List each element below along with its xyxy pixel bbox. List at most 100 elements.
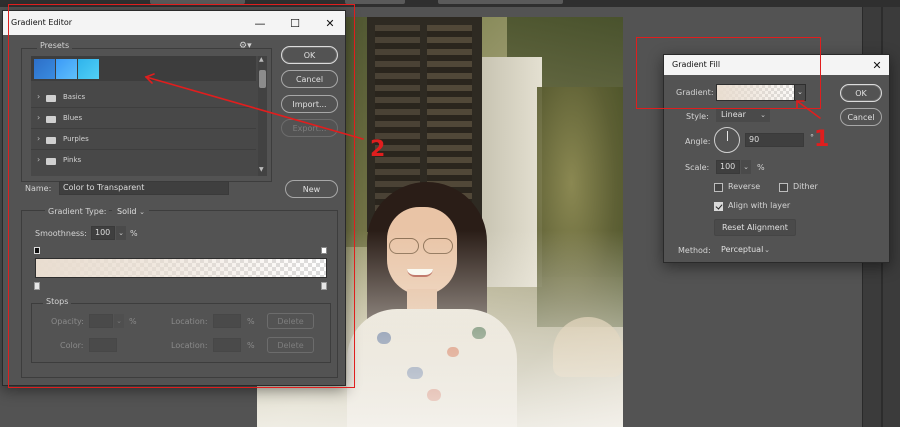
opacity-location-input[interactable] bbox=[213, 314, 241, 328]
smoothness-unit: % bbox=[130, 229, 138, 238]
opacity-location-pct: % bbox=[247, 317, 255, 326]
cancel-button[interactable]: Cancel bbox=[281, 70, 338, 88]
presets-scrollbar[interactable]: ▲ ▼ bbox=[258, 56, 267, 176]
dither-label: Dither bbox=[793, 182, 818, 191]
color-swatch-field[interactable] bbox=[89, 338, 117, 352]
close-icon[interactable]: ✕ bbox=[864, 55, 890, 75]
presets-label: Presets bbox=[37, 41, 73, 50]
ok-button[interactable]: OK bbox=[281, 46, 338, 64]
angle-dial-needle bbox=[727, 131, 728, 141]
gradient-preview-bar[interactable] bbox=[35, 258, 327, 278]
gradient-type-label: Gradient Type: bbox=[45, 207, 110, 216]
stops-group bbox=[31, 303, 331, 363]
color-label: Color: bbox=[60, 341, 84, 350]
close-icon[interactable]: ✕ bbox=[313, 11, 347, 35]
method-select[interactable]: Perceptual ⌄ bbox=[716, 243, 774, 257]
export-button[interactable]: Export... bbox=[281, 119, 338, 137]
style-label: Style: bbox=[686, 112, 709, 121]
gradient-editor-dialog: Gradient Editor — ☐ ✕ Presets ⚙▾ › Basic… bbox=[2, 10, 346, 386]
name-label: Name: bbox=[25, 184, 52, 193]
chevron-right-icon[interactable]: › bbox=[37, 113, 40, 122]
preset-swatch[interactable] bbox=[56, 59, 77, 79]
reset-alignment-button[interactable]: Reset Alignment bbox=[714, 219, 796, 236]
document-tab[interactable] bbox=[150, 0, 245, 4]
stops-label: Stops bbox=[43, 297, 72, 306]
chevron-right-icon[interactable]: › bbox=[37, 155, 40, 164]
minimize-icon[interactable]: — bbox=[243, 11, 277, 35]
folder-label: Pinks bbox=[63, 156, 82, 164]
scale-label: Scale: bbox=[685, 163, 710, 172]
opacity-delete-button[interactable]: Delete bbox=[267, 313, 314, 329]
opacity-input[interactable] bbox=[89, 314, 113, 328]
gradient-picker[interactable]: ⌄ bbox=[716, 84, 806, 101]
reverse-checkbox[interactable] bbox=[714, 183, 723, 192]
opacity-dropdown[interactable]: ⌄ bbox=[114, 314, 124, 328]
folder-label: Basics bbox=[63, 93, 86, 101]
fill-ok-button[interactable]: OK bbox=[840, 84, 882, 102]
document-tab-strip bbox=[0, 0, 900, 7]
chevron-down-icon: ⌄ bbox=[760, 111, 766, 119]
opacity-label: Opacity: bbox=[51, 317, 84, 326]
gradient-type-select[interactable]: Solid ⌄ bbox=[112, 205, 149, 219]
folder-icon bbox=[46, 95, 56, 102]
preset-swatch[interactable] bbox=[34, 59, 55, 79]
folder-icon bbox=[46, 137, 56, 144]
gradient-fill-dialog: Gradient Fill ✕ Gradient: ⌄ OK Cancel St… bbox=[663, 54, 890, 263]
chevron-down-icon: ⌄ bbox=[743, 163, 749, 171]
document-tab[interactable] bbox=[345, 0, 405, 4]
color-location-input[interactable] bbox=[213, 338, 241, 352]
reverse-label: Reverse bbox=[728, 182, 761, 191]
folder-icon bbox=[46, 116, 56, 123]
gradient-type-value: Solid bbox=[117, 207, 137, 216]
preset-folder-purples[interactable]: › Purples bbox=[31, 132, 256, 150]
preset-folder-blues[interactable]: › Blues bbox=[31, 111, 256, 129]
gradient-label: Gradient: bbox=[676, 88, 714, 97]
preset-folder-basics[interactable]: › Basics bbox=[31, 90, 256, 108]
scroll-up-icon[interactable]: ▲ bbox=[259, 56, 264, 63]
angle-label: Angle: bbox=[685, 137, 711, 146]
gradient-fill-title: Gradient Fill bbox=[672, 60, 721, 69]
scale-unit: % bbox=[757, 163, 765, 172]
color-delete-button[interactable]: Delete bbox=[267, 337, 314, 353]
gradient-dropdown[interactable]: ⌄ bbox=[794, 84, 806, 101]
color-location-pct: % bbox=[247, 341, 255, 350]
dither-checkbox[interactable] bbox=[779, 183, 788, 192]
chevron-down-icon: ⌄ bbox=[118, 229, 124, 237]
preset-swatch[interactable] bbox=[78, 59, 99, 79]
gradient-editor-title: Gradient Editor bbox=[11, 18, 73, 27]
chevron-right-icon[interactable]: › bbox=[37, 92, 40, 101]
smoothness-input[interactable]: 100 bbox=[91, 226, 115, 240]
presets-gear-icon[interactable]: ⚙▾ bbox=[239, 41, 252, 51]
opacity-stop-left[interactable] bbox=[34, 247, 40, 254]
import-button[interactable]: Import... bbox=[281, 95, 338, 113]
presets-list[interactable]: › Basics › Blues › Purples › Pinks ▲ ▼ bbox=[31, 56, 267, 176]
opacity-stop-right[interactable] bbox=[321, 247, 327, 254]
angle-dial[interactable] bbox=[714, 127, 740, 153]
color-stop-right[interactable] bbox=[321, 282, 327, 290]
new-button[interactable]: New bbox=[285, 180, 338, 198]
style-select[interactable]: Linear ⌄ bbox=[716, 108, 770, 122]
smoothness-dropdown[interactable]: ⌄ bbox=[116, 226, 126, 240]
opacity-pct: % bbox=[129, 317, 137, 326]
chevron-right-icon[interactable]: › bbox=[37, 134, 40, 143]
scale-dropdown[interactable]: ⌄ bbox=[741, 160, 751, 174]
scrollbar-thumb[interactable] bbox=[259, 70, 266, 88]
document-tab[interactable] bbox=[438, 0, 563, 4]
folder-label: Purples bbox=[63, 135, 89, 143]
preset-folder-pinks[interactable]: › Pinks bbox=[31, 153, 256, 171]
name-input[interactable]: Color to Transparent bbox=[59, 181, 229, 195]
angle-input[interactable]: 90 bbox=[745, 133, 804, 147]
gradient-fill-title-bar: Gradient Fill bbox=[664, 55, 889, 75]
chevron-down-icon: ⌄ bbox=[116, 317, 122, 325]
smoothness-label: Smoothness: bbox=[35, 229, 87, 238]
color-location-label: Location: bbox=[171, 341, 208, 350]
scale-input[interactable]: 100 bbox=[716, 160, 740, 174]
align-with-layer-checkbox[interactable] bbox=[714, 202, 723, 211]
maximize-icon[interactable]: ☐ bbox=[278, 11, 312, 35]
scroll-down-icon[interactable]: ▼ bbox=[259, 166, 264, 173]
color-stop-left[interactable] bbox=[34, 282, 40, 290]
chevron-down-icon: ⌄ bbox=[764, 246, 770, 254]
fill-cancel-button[interactable]: Cancel bbox=[840, 108, 882, 126]
style-value: Linear bbox=[721, 110, 746, 119]
method-value: Perceptual bbox=[721, 245, 764, 254]
